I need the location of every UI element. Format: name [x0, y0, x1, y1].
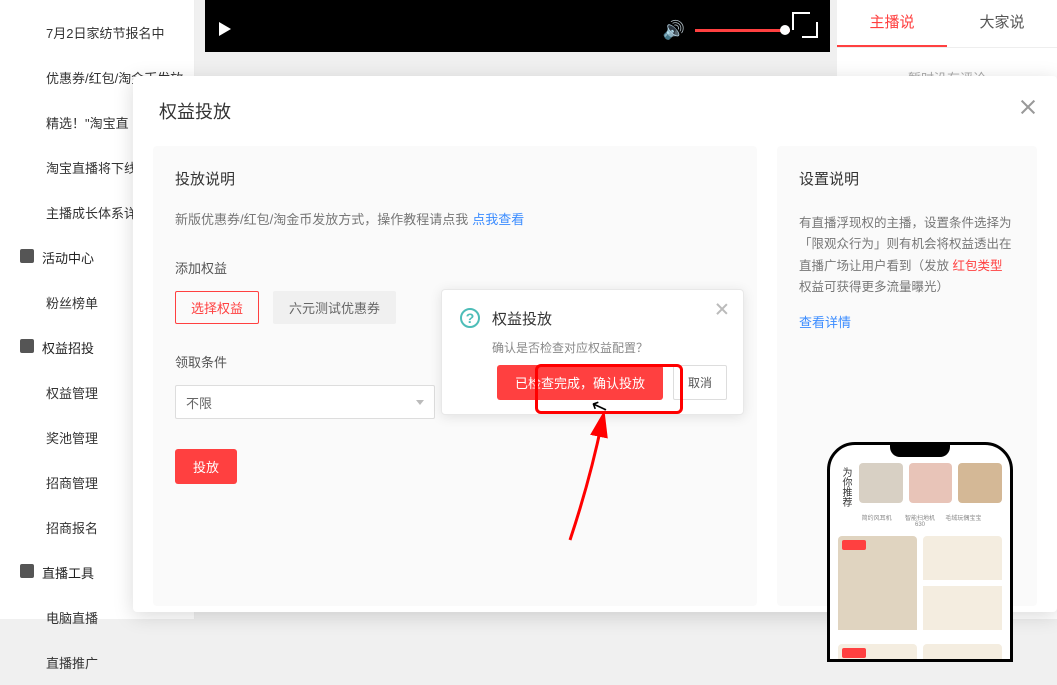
help-text: 新版优惠券/红包/淘金币发放方式，操作教程请点我点我查看 [175, 209, 735, 228]
phone-caption: 智能扫地机630 [901, 513, 938, 528]
add-benefit-label: 添加权益 [175, 258, 735, 277]
question-icon: ? [460, 308, 480, 328]
select-value: 不限 [186, 393, 212, 412]
modal-title: 权益投放 [133, 76, 1057, 146]
phone-card [838, 644, 917, 662]
volume-icon[interactable]: 🔊 [663, 20, 685, 41]
sidebar-item[interactable]: 7月2日家纺节报名中 [0, 10, 194, 55]
phone-card [923, 586, 1002, 630]
phone-notch [890, 445, 950, 457]
live-badge-icon [842, 648, 866, 658]
sidebar-item[interactable]: 直播推广 [0, 640, 194, 685]
chip-coupon[interactable]: 六元测试优惠券 [273, 291, 396, 324]
live-badge-icon [842, 540, 866, 550]
phone-rec-label: 为你推荐 [838, 463, 853, 507]
fullscreen-icon[interactable] [802, 22, 818, 38]
phone-card [923, 536, 1002, 580]
chip-select-benefit[interactable]: 选择权益 [175, 291, 259, 324]
confirm-cancel-button[interactable]: 取消 [673, 365, 727, 400]
phone-card [838, 536, 917, 630]
help-link[interactable]: 点我查看 [472, 212, 524, 227]
phone-thumb [859, 463, 903, 503]
phone-caption: 简约风耳机 [858, 513, 895, 528]
phone-caption: 毛绒玩偶宝宝 [945, 513, 982, 528]
close-icon[interactable] [715, 302, 729, 316]
square-icon [20, 564, 34, 578]
tab-anchor-says[interactable]: 主播说 [837, 0, 947, 47]
section-heading: 投放说明 [175, 168, 735, 189]
play-icon[interactable] [219, 22, 231, 36]
volume-handle[interactable] [780, 25, 790, 35]
settings-description: 有直播浮现权的主播，设置条件选择为「限观众行为」则有机会将权益透出在直播广场让用… [799, 213, 1015, 298]
close-icon[interactable] [1019, 98, 1037, 116]
phone-card [923, 644, 1002, 662]
square-icon [20, 339, 34, 353]
square-icon [20, 249, 34, 263]
submit-button[interactable]: 投放 [175, 449, 237, 484]
view-details-link[interactable]: 查看详情 [799, 315, 851, 330]
confirm-ok-button[interactable]: 已检查完成，确认投放 [497, 365, 663, 400]
chevron-down-icon [416, 400, 424, 405]
confirm-message: 确认是否检查对应权益配置？ [492, 339, 725, 356]
phone-thumb [958, 463, 1002, 503]
confirm-title: 权益投放 [492, 308, 725, 329]
video-player-bar: 🔊 [205, 0, 830, 52]
tab-everyone-says[interactable]: 大家说 [947, 0, 1057, 47]
phone-thumb [909, 463, 953, 503]
volume-slider[interactable] [695, 29, 790, 32]
confirm-dialog: ? 权益投放 确认是否检查对应权益配置？ 已检查完成，确认投放 取消 [441, 289, 744, 415]
condition-select[interactable]: 不限 [175, 385, 435, 419]
phone-preview: 为你推荐 简约风耳机 智能扫地机630 毛绒玩偶宝宝 [827, 442, 1013, 662]
settings-heading: 设置说明 [799, 168, 1015, 189]
